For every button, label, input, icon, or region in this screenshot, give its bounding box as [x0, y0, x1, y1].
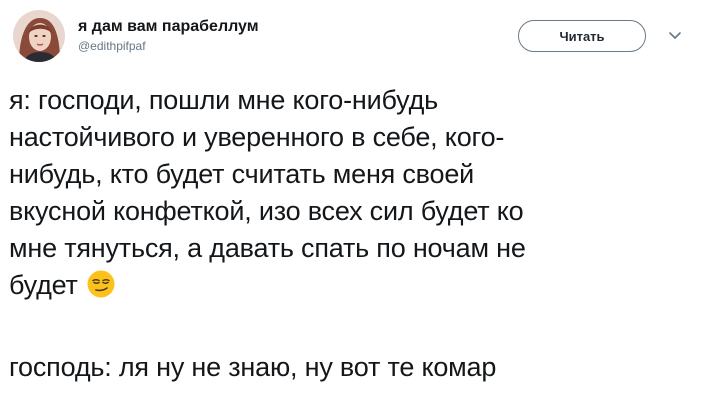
chevron-down-icon[interactable] — [668, 28, 682, 42]
reply-line: господь: ля ну не знаю, ну вот те комар — [9, 352, 497, 382]
avatar[interactable] — [13, 10, 65, 62]
tweet-line: нибудь, кто будет считать меня своей — [9, 159, 475, 189]
smirking-face-emoji-icon — [87, 270, 115, 298]
avatar-image — [13, 10, 65, 62]
tweet-line: мне тянуться, а давать спать по ночам не — [9, 233, 526, 263]
follow-button[interactable]: Читать — [518, 20, 646, 52]
display-name[interactable]: я дам вам парабеллум — [78, 17, 259, 37]
tweet-text: я: господи, пошли мне кого-нибудь настой… — [9, 82, 699, 386]
user-block: я дам вам парабеллум @edithpifpaf — [78, 17, 259, 54]
user-handle[interactable]: @edithpifpaf — [78, 38, 259, 54]
tweet-line: я: господи, пошли мне кого-нибудь — [9, 85, 438, 115]
tweet-line: вкусной конфеткой, изо всех сил будет ко — [9, 196, 524, 226]
tweet-line: настойчивого и уверенного в себе, кого- — [9, 122, 505, 152]
tweet-line: будет — [9, 270, 78, 300]
tweet-line-with-emoji: будет — [9, 267, 699, 304]
tweet-card: я дам вам парабеллум @edithpifpaf Читать… — [0, 0, 704, 400]
